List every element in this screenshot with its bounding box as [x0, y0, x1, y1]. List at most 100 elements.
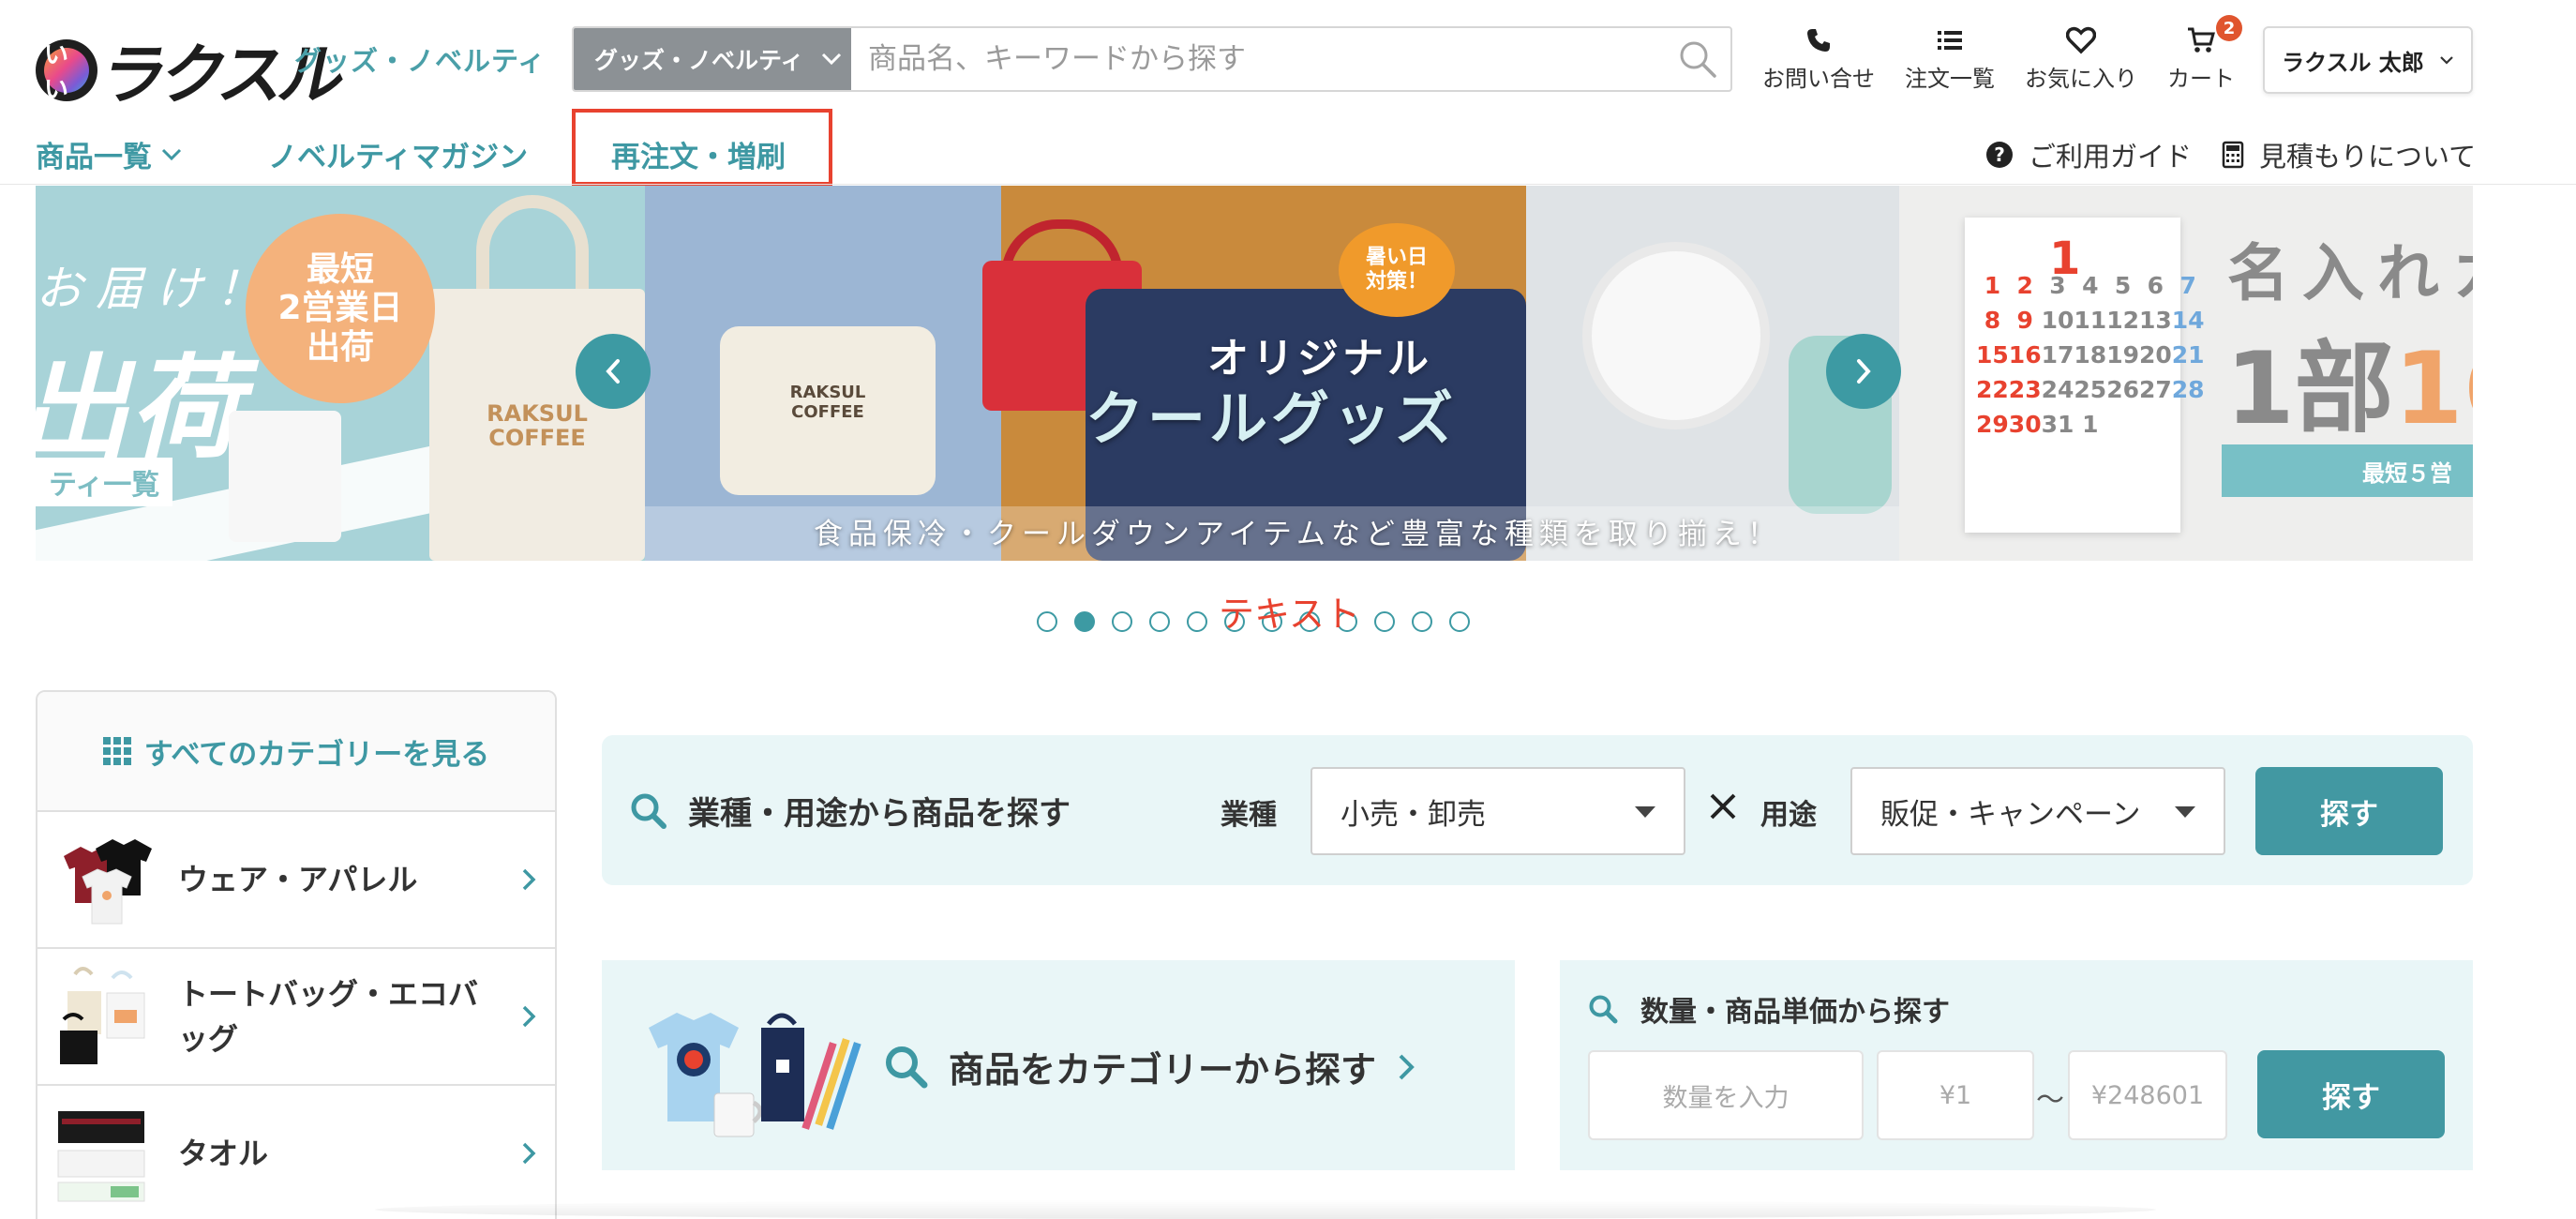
category-search-card[interactable]: 商品をカテゴリーから探す — [602, 960, 1515, 1170]
mug-image — [229, 411, 341, 542]
carousel-dot[interactable] — [1374, 611, 1395, 632]
user-menu-button[interactable]: ラクスル 太郎 — [2263, 26, 2473, 94]
banner-slide-shipping[interactable]: お届け！ 出荷 ティ一覧 RAKSUL COFFEE 最短 2営業日 出荷 — [36, 186, 645, 561]
search-icon[interactable] — [1665, 28, 1730, 90]
times-icon — [1710, 793, 1736, 820]
estimate-link[interactable]: 見積もりについて — [2222, 135, 2476, 174]
category-item-towel[interactable]: タオル — [37, 1086, 555, 1219]
carousel-next-button[interactable] — [1826, 334, 1901, 409]
usage-guide-label: ご利用ガイド — [2029, 141, 2193, 173]
usage-guide-link[interactable]: ? ご利用ガイド — [1985, 135, 2192, 174]
carousel-dot[interactable] — [1149, 611, 1170, 632]
category-label: ウェア・アパレル — [178, 862, 418, 897]
calendar-day: 19 — [2106, 341, 2139, 369]
logo-subtitle[interactable]: グッズ・ノベルティ — [294, 39, 546, 79]
use-select-value: 販促・キャンペーン — [1880, 797, 2141, 832]
favorites-link[interactable]: お気に入り — [2025, 26, 2137, 93]
industry-search-button[interactable]: 探す — [2255, 767, 2443, 855]
badge-line: 暑い日 — [1365, 245, 1428, 269]
calendar-day: 14 — [2171, 307, 2205, 334]
slide-heading-part: 16 — [2393, 331, 2473, 446]
carousel-dot[interactable] — [1412, 611, 1432, 632]
carousel-dot[interactable] — [1187, 611, 1207, 632]
order-list-label: 注文一覧 — [1905, 66, 1995, 92]
quantity-input[interactable]: 数量を入力 — [1588, 1050, 1864, 1140]
calendar-day: 10 — [2041, 307, 2074, 334]
carousel-dot[interactable] — [1074, 611, 1095, 632]
phone-icon — [1807, 29, 1830, 52]
order-list-link[interactable]: 注文一覧 — [1905, 26, 1995, 93]
apparel-thumbnail — [54, 828, 157, 931]
carousel-dot[interactable] — [1112, 611, 1132, 632]
use-label: 用途 — [1760, 799, 1817, 832]
max-price-input[interactable]: ¥248601 — [2068, 1050, 2227, 1140]
search-category-select[interactable]: グッズ・ノベルティ — [574, 28, 851, 90]
products-menu[interactable]: 商品一覧 — [36, 133, 182, 175]
min-price-input[interactable]: ¥1 — [1877, 1050, 2034, 1140]
logo-mark-icon: いい — [36, 38, 97, 104]
contact-link[interactable]: お問い合せ — [1762, 26, 1875, 93]
industry-search-title: 業種・用途から商品を探す — [630, 788, 1071, 834]
towel-thumbnail — [54, 1102, 157, 1205]
category-label: トートバッグ・エコバッグ — [178, 976, 479, 1057]
banner-slide-cool-goods[interactable]: RAKSUL COFFEE 暑い日 対策！ オリジナル クールグッズ 食品保冷・… — [645, 186, 1899, 561]
cart-icon — [2188, 27, 2215, 53]
search-icon — [1589, 995, 1618, 1024]
banner-slide-calendar[interactable]: 1 1 2 3 4 5 6 7 8 9 10 11 12 13 14 15 16 17 18 19 20 21 22 23 2… — [1899, 186, 2473, 561]
novelty-magazine-link[interactable]: ノベルティマガジン — [268, 133, 528, 175]
category-search-title-text: 商品をカテゴリーから探す — [949, 1049, 1377, 1091]
cart-link[interactable]: カート 2 — [2167, 15, 2242, 93]
search-input[interactable] — [851, 28, 1665, 90]
badge-line: 出荷 — [306, 327, 374, 367]
carousel-dot[interactable] — [1037, 611, 1057, 632]
carousel-dot[interactable] — [1449, 611, 1470, 632]
logo-mark-text: いい — [44, 41, 89, 104]
overlay-text: テキスト — [1219, 594, 1360, 635]
heart-icon — [2066, 26, 2096, 54]
calendar-day: 23 — [2008, 376, 2042, 403]
chevron-right-icon — [1857, 359, 1871, 384]
bottom-shadow — [375, 1200, 2156, 1219]
category-label: タオル — [178, 1136, 269, 1171]
favorites-label: お気に入り — [2025, 66, 2137, 92]
list-icon — [1938, 31, 1962, 50]
industry-search-panel: 業種・用途から商品を探す 業種 小売・卸売 用途 販促・キャンペーン 探す — [602, 735, 2473, 885]
calendar-day: 27 — [2138, 376, 2172, 403]
badge-line: 対策！ — [1365, 270, 1428, 293]
calendar-day: 3 — [2049, 272, 2066, 299]
products-menu-label: 商品一覧 — [36, 141, 152, 174]
calendar-day: 22 — [1976, 376, 2009, 403]
calendar-day: 15 — [1976, 341, 2009, 369]
reorder-link[interactable]: 再注文・増刷 — [611, 133, 786, 175]
slide-heading: 1部16 — [2225, 308, 2473, 452]
calendar-day: 24 — [2041, 376, 2074, 403]
calendar-day: 1 — [2082, 411, 2099, 438]
estimate-label: 見積もりについて — [2259, 141, 2477, 173]
dropdown-arrow-icon — [2175, 806, 2195, 818]
calendar-day: 16 — [2008, 341, 2042, 369]
chevron-right-icon — [522, 1142, 536, 1165]
category-item-tote-bag[interactable]: トートバッグ・エコバッグ — [37, 949, 555, 1086]
calendar-day: 6 — [2147, 272, 2164, 299]
calendar-day: 2 — [2016, 272, 2033, 299]
all-categories-link[interactable]: すべてのカテゴリーを見る — [37, 692, 555, 812]
industry-select[interactable]: 小売・卸売 — [1310, 767, 1685, 855]
slide-text: お届け！ — [36, 262, 276, 316]
chevron-right-icon — [522, 868, 536, 891]
tote-label: RAKSUL COFFEE — [487, 400, 588, 452]
fan-image — [1582, 242, 1770, 429]
use-select[interactable]: 販促・キャンペーン — [1850, 767, 2225, 855]
banner-carousel[interactable]: お届け！ 出荷 ティ一覧 RAKSUL COFFEE 最短 2営業日 出荷 RA… — [36, 186, 2473, 561]
help-icon: ? — [1986, 142, 2013, 168]
quantity-search-button[interactable]: 探す — [2257, 1050, 2445, 1138]
cart-label: カート — [2167, 66, 2235, 92]
carousel-prev-button[interactable] — [576, 334, 651, 409]
industry-label: 業種 — [1221, 799, 1277, 832]
grid-icon — [102, 737, 131, 765]
quantity-price-search-card: 数量・商品単価から探す 数量を入力 ¥1 〜 ¥248601 探す — [1560, 960, 2473, 1170]
calendar-day: 26 — [2106, 376, 2139, 403]
calendar-day: 31 — [2041, 411, 2074, 438]
chevron-left-icon — [606, 359, 620, 384]
calendar-day: 5 — [2114, 272, 2132, 299]
category-item-apparel[interactable]: ウェア・アパレル — [37, 812, 555, 949]
